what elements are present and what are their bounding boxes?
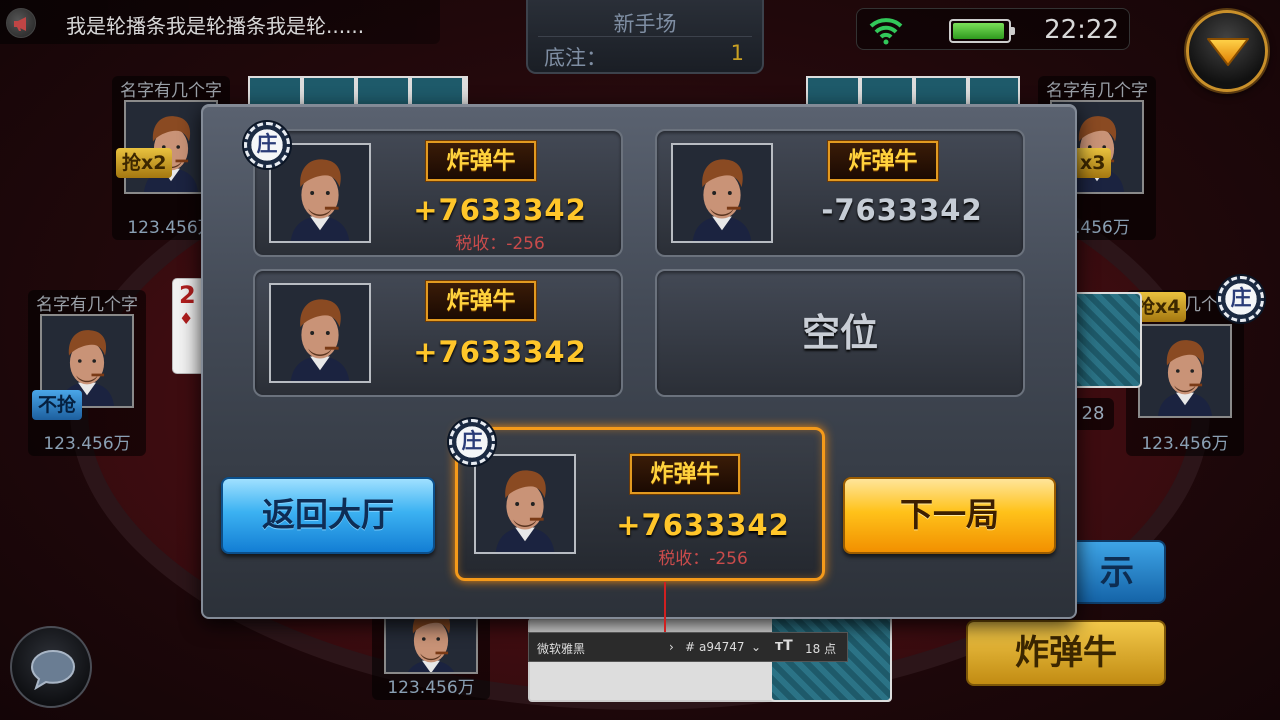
- triangle-down-icon: [1207, 38, 1249, 66]
- player-avatar: [671, 143, 773, 243]
- grab-multiplier-badge: 抢x2: [116, 148, 173, 178]
- megaphone-icon: [6, 8, 36, 38]
- player-avatar: [269, 283, 371, 383]
- empty-seat-panel: 空位: [655, 269, 1025, 397]
- card-row-right: [806, 76, 1020, 106]
- tax-value: 税收：-256: [455, 234, 545, 254]
- tax-value: 税收：-256: [658, 549, 748, 569]
- empty-seat-label: 空位: [801, 311, 878, 355]
- player-name: 名字有几个字: [1046, 81, 1148, 101]
- chat-button[interactable]: [10, 626, 92, 708]
- card-back: [1072, 292, 1142, 388]
- card-count: 28: [1072, 398, 1114, 430]
- show-hand-button[interactable]: 炸弹牛: [966, 620, 1166, 686]
- status-bar: 22:22: [856, 8, 1130, 50]
- player-balance: 123.456万: [1141, 434, 1229, 454]
- marquee-text: 我是轮播条我是轮播条我是轮......: [66, 14, 365, 38]
- hand-type-badge: 炸弹牛: [425, 280, 537, 322]
- score-value: +7633342: [413, 335, 587, 369]
- chevron-down-icon: ⌄: [751, 640, 762, 654]
- dealer-chip-icon: 庄: [449, 419, 495, 465]
- my-result-panel: 炸弹牛 +7633342 税收：-256: [455, 427, 825, 581]
- result-panel: 炸弹牛 +7633342 税收：-256: [253, 129, 623, 257]
- marquee-bar: 我是轮播条我是轮播条我是轮......: [0, 0, 440, 44]
- hand-type-badge: 炸弹牛: [425, 140, 537, 182]
- score-value: +7633342: [413, 193, 587, 227]
- player-avatar: [1138, 324, 1232, 418]
- dealer-chip-icon: 庄: [1218, 276, 1264, 322]
- battery-level: [953, 23, 1005, 39]
- next-round-button[interactable]: 下一局: [843, 477, 1056, 554]
- result-panel: 炸弹牛 -7633342: [655, 129, 1025, 257]
- chat-bubble-icon: [30, 649, 76, 690]
- player-name: 名字有几个字: [36, 295, 138, 315]
- player-name: 名字有几个字: [120, 81, 222, 101]
- player-portrait: [673, 145, 771, 241]
- hash-icon: #: [685, 640, 696, 654]
- player-portrait: [1140, 326, 1230, 416]
- result-panel: 炸弹牛 +7633342: [253, 269, 623, 397]
- text-size-icon: ᴛT: [775, 638, 793, 654]
- clock: 22:22: [1044, 15, 1119, 45]
- score-value: -7633342: [821, 193, 983, 227]
- seat-left[interactable]: 名字有几个字 不抢 123.456万: [28, 290, 146, 456]
- player-portrait: [271, 145, 369, 241]
- player-avatar: [474, 454, 576, 554]
- room-title: 新手场: [613, 12, 677, 36]
- room-info: 新手场 底注： 1: [526, 0, 764, 74]
- score-value: +7633342: [616, 508, 790, 542]
- font-toolbar[interactable]: 微软雅黑 › # a94747 ⌄ ᴛT 18 点: [528, 632, 848, 662]
- player-balance: 123.456万: [387, 678, 475, 698]
- hand-type-badge: 炸弹牛: [629, 453, 741, 495]
- battery-icon: [949, 19, 1015, 43]
- grab-multiplier-badge: x3: [1074, 148, 1112, 178]
- card-row-left: [248, 76, 468, 106]
- bet-value: 1: [730, 41, 744, 65]
- measure-line: [664, 582, 666, 632]
- return-lobby-button[interactable]: 返回大厅: [221, 477, 435, 554]
- player-portrait: [476, 456, 574, 552]
- font-family-select[interactable]: 微软雅黑: [537, 640, 585, 657]
- color-input[interactable]: a94747: [699, 640, 745, 654]
- bet-label: 底注：: [544, 46, 607, 70]
- player-balance: 123.456万: [43, 434, 131, 454]
- wifi-icon: [869, 18, 903, 45]
- hand-type-badge: 炸弹牛: [827, 140, 939, 182]
- menu-button[interactable]: [1186, 10, 1268, 92]
- no-grab-badge: 不抢: [32, 390, 83, 420]
- dealer-chip-icon: 庄: [244, 122, 290, 168]
- chevron-down-icon: ›: [669, 640, 674, 654]
- font-size-input[interactable]: 18 点: [805, 640, 836, 657]
- player-portrait: [271, 285, 369, 381]
